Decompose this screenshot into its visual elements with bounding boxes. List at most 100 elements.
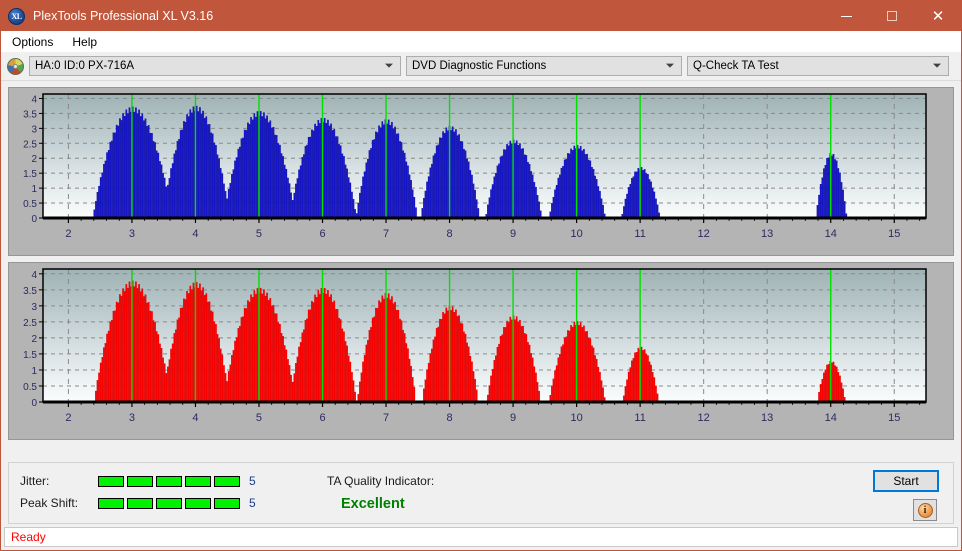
svg-text:2: 2: [65, 228, 71, 240]
svg-text:14: 14: [825, 228, 837, 240]
svg-text:3.5: 3.5: [23, 286, 37, 297]
svg-text:8: 8: [446, 228, 452, 240]
svg-text:7: 7: [383, 228, 389, 240]
close-icon: ✕: [931, 7, 945, 25]
ta-test-chart-lower: 0 0.5 1 1.5 2 2.5 3 3.5 4 2 3 4 5 6 7 8 9 10 11 12 13 14 15: [9, 263, 953, 439]
menu-item-options[interactable]: Options: [8, 33, 62, 51]
drive-select[interactable]: HA:0 ID:0 PX-716A: [29, 56, 401, 76]
function-select-value: DVD Diagnostic Functions: [412, 60, 547, 72]
peak-shift-block: [127, 497, 153, 509]
svg-text:11: 11: [634, 412, 645, 424]
svg-text:6: 6: [319, 412, 325, 424]
svg-text:0.5: 0.5: [23, 382, 37, 393]
test-select-value: Q-Check TA Test: [693, 60, 779, 72]
svg-text:14: 14: [825, 412, 837, 424]
title-bar: XL PlexTools Professional XL V3.16 ✕: [1, 1, 961, 31]
start-button[interactable]: Start: [873, 470, 939, 492]
ta-quality-label: TA Quality Indicator:: [327, 474, 435, 488]
svg-text:2: 2: [31, 154, 37, 165]
peak-shift-label: Peak Shift:: [20, 496, 79, 510]
chart-inner-lower: 0 0.5 1 1.5 2 2.5 3 3.5 4 2 3 4 5 6 7 8 9 10 11 12 13 14 15: [9, 263, 953, 439]
chevron-down-icon: [666, 63, 674, 68]
svg-text:4: 4: [31, 270, 37, 281]
svg-text:2: 2: [31, 334, 37, 345]
jitter-block: [156, 475, 182, 487]
svg-text:5: 5: [256, 228, 262, 240]
svg-text:9: 9: [510, 412, 516, 424]
svg-text:15: 15: [888, 412, 900, 424]
chart-panel-upper: 0 0.5 1 1.5 2 2.5 3 3.5 4 2 3 4 5 6 7 8 9 10 11 12 13 14 15: [8, 87, 954, 256]
toolbar: HA:0 ID:0 PX-716A DVD Diagnostic Functio…: [1, 52, 961, 81]
window-controls: ✕: [823, 1, 961, 31]
svg-text:3.5: 3.5: [23, 109, 37, 120]
svg-text:1.5: 1.5: [23, 169, 37, 180]
test-select[interactable]: Q-Check TA Test: [687, 56, 949, 76]
minimize-icon: [840, 15, 852, 17]
drive-select-value: HA:0 ID:0 PX-716A: [35, 60, 135, 72]
charts-area: 0 0.5 1 1.5 2 2.5 3 3.5 4 2 3 4 5 6 7 8 9 10 11 12 13 14 15 00…: [1, 81, 961, 440]
jitter-block: [185, 475, 211, 487]
jitter-meter: [98, 475, 240, 487]
peak-shift-block: [98, 497, 124, 509]
svg-text:12: 12: [698, 412, 710, 424]
svg-text:6: 6: [319, 228, 325, 240]
peak-shift-row: Peak Shift: 5: [20, 496, 256, 510]
ta-quality-value: Excellent: [341, 496, 405, 512]
window-title: PlexTools Professional XL V3.16: [33, 9, 214, 23]
svg-text:10: 10: [570, 412, 582, 424]
svg-text:5: 5: [256, 412, 262, 424]
svg-text:0.5: 0.5: [23, 199, 37, 210]
svg-text:1: 1: [31, 366, 37, 377]
peak-shift-meter: [98, 497, 240, 509]
minimize-button[interactable]: [823, 1, 869, 31]
svg-text:15: 15: [888, 228, 900, 240]
svg-text:12: 12: [698, 228, 710, 240]
svg-text:3: 3: [31, 302, 37, 313]
menu-item-help[interactable]: Help: [68, 33, 106, 51]
svg-text:0: 0: [31, 398, 37, 409]
menu-bar: Options Help: [1, 31, 961, 52]
jitter-block: [214, 475, 240, 487]
svg-text:2.5: 2.5: [23, 139, 37, 150]
jitter-block: [98, 475, 124, 487]
svg-text:4: 4: [192, 228, 198, 240]
peak-shift-block: [214, 497, 240, 509]
peak-shift-block: [185, 497, 211, 509]
chevron-down-icon: [933, 63, 941, 68]
info-button[interactable]: i: [913, 499, 937, 521]
svg-text:3: 3: [129, 228, 135, 240]
function-select[interactable]: DVD Diagnostic Functions: [406, 56, 682, 76]
svg-text:4: 4: [192, 412, 198, 424]
svg-text:13: 13: [761, 228, 773, 240]
svg-text:9: 9: [510, 228, 516, 240]
svg-text:10: 10: [570, 228, 582, 240]
close-button[interactable]: ✕: [915, 1, 961, 31]
svg-text:13: 13: [761, 412, 773, 424]
info-icon: i: [917, 502, 933, 518]
chart-panel-lower: 0 0.5 1 1.5 2 2.5 3 3.5 4 2 3 4 5 6 7 8 9 10 11 12 13 14 15: [8, 262, 954, 440]
svg-text:7: 7: [383, 412, 389, 424]
svg-text:8: 8: [446, 412, 452, 424]
maximize-button[interactable]: [869, 1, 915, 31]
ta-quality-block: TA Quality Indicator: Excellent: [327, 474, 434, 512]
svg-text:11: 11: [634, 228, 645, 240]
svg-text:1: 1: [31, 184, 37, 195]
svg-text:3: 3: [31, 124, 37, 135]
svg-text:4: 4: [31, 94, 37, 105]
application-window: XL PlexTools Professional XL V3.16 ✕ Opt…: [0, 0, 962, 551]
svg-text:0: 0: [31, 214, 37, 225]
status-text: Ready: [11, 530, 46, 544]
jitter-label: Jitter:: [20, 474, 50, 488]
results-panel: Jitter: 5 Peak Shift: 5 TA Quality Indic…: [8, 462, 954, 524]
svg-text:2.5: 2.5: [23, 318, 37, 329]
svg-text:3: 3: [129, 412, 135, 424]
optical-disc-icon: [7, 57, 24, 75]
app-logo-icon: XL: [8, 7, 25, 25]
chart-inner-upper: 0 0.5 1 1.5 2 2.5 3 3.5 4 2 3 4 5 6 7 8 9 10 11 12 13 14 15: [9, 88, 953, 255]
chevron-down-icon: [385, 63, 393, 68]
jitter-value: 5: [249, 474, 256, 488]
jitter-row: Jitter: 5: [20, 474, 256, 488]
svg-text:2: 2: [65, 412, 71, 424]
peak-shift-value: 5: [249, 496, 256, 510]
ta-test-chart-upper: 0 0.5 1 1.5 2 2.5 3 3.5 4 2 3 4 5 6 7 8 9 10 11 12 13 14 15: [9, 88, 953, 255]
